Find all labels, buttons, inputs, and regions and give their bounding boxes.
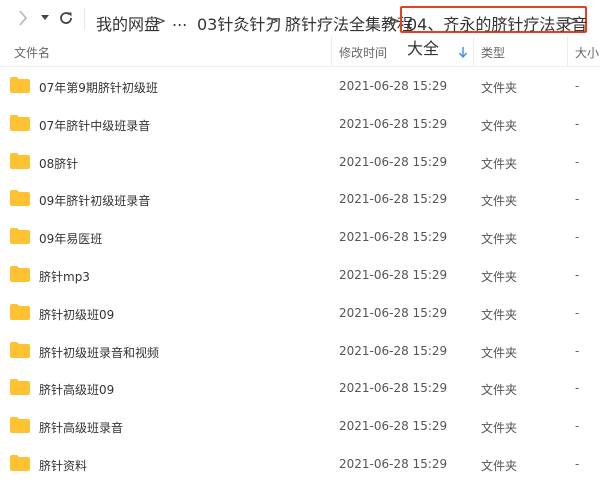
- file-type: 文件夹: [481, 156, 518, 171]
- file-row[interactable]: 脐针初级班录音和视频 2021-06-28 15:29 文件夹 -: [0, 332, 600, 370]
- file-type: 文件夹: [481, 421, 518, 436]
- column-header-name[interactable]: 文件名: [14, 37, 50, 67]
- breadcrumb-separator: >: [566, 11, 580, 30]
- column-header-modified[interactable]: 修改时间: [339, 37, 387, 67]
- file-row[interactable]: 脐针资料 2021-06-28 15:29 文件夹 -: [0, 445, 600, 483]
- file-modified: 2021-06-28 15:29: [339, 116, 448, 131]
- file-type: 文件夹: [481, 459, 518, 473]
- toolbar-divider: [84, 8, 85, 30]
- file-modified: 2021-06-28 15:29: [339, 457, 448, 471]
- history-dropdown-button[interactable]: [38, 9, 52, 27]
- column-header-type[interactable]: 类型: [481, 37, 505, 67]
- folder-icon: [10, 114, 30, 131]
- folder-icon: [10, 190, 30, 207]
- file-modified: 2021-06-28 15:29: [339, 343, 448, 358]
- file-type: 文件夹: [481, 270, 518, 284]
- folder-icon: [10, 417, 30, 434]
- file-modified: 2021-06-28 15:29: [339, 192, 448, 207]
- file-name[interactable]: 脐针初级班09: [39, 306, 114, 323]
- file-size: -: [575, 419, 580, 434]
- folder-icon: [10, 341, 30, 358]
- folder-icon: [10, 266, 30, 282]
- folder-icon: [10, 379, 30, 396]
- file-name[interactable]: 脐针mp3: [39, 268, 90, 285]
- file-modified: 2021-06-28 15:29: [339, 305, 448, 320]
- file-row[interactable]: 脐针高级班录音 2021-06-28 15:29 文件夹 -: [0, 407, 600, 445]
- breadcrumb-item-my-drive[interactable]: 我的网盘: [96, 11, 160, 35]
- file-size: -: [575, 192, 580, 207]
- file-name[interactable]: 脐针资料: [39, 457, 87, 474]
- file-modified: 2021-06-28 15:29: [339, 381, 448, 396]
- file-size: -: [575, 268, 580, 282]
- file-name[interactable]: 09年脐针初级班录音: [39, 192, 150, 209]
- refresh-icon: [60, 12, 72, 24]
- breadcrumb-item-ellipsis[interactable]: ...: [172, 11, 187, 30]
- column-header: 文件名 修改时间 类型 大小: [0, 37, 600, 67]
- file-name[interactable]: 07年第9期脐针初级班: [39, 79, 158, 96]
- file-size: -: [575, 230, 580, 245]
- folder-icon: [10, 455, 30, 471]
- file-row[interactable]: 07年第9期脐针初级班 2021-06-28 15:29 文件夹 -: [0, 67, 600, 105]
- file-row[interactable]: 脐针高级班09 2021-06-28 15:29 文件夹 -: [0, 369, 600, 407]
- caret-down-icon: [41, 15, 49, 20]
- folder-icon: [10, 228, 30, 245]
- refresh-button[interactable]: [56, 8, 76, 28]
- toolbar: 我的网盘 > ... 03针灸针刀 > 脐针疗法全集教程 > 04、齐永的脐针疗…: [0, 0, 600, 58]
- folder-icon: [10, 77, 30, 93]
- file-modified: 2021-06-28 15:29: [339, 154, 448, 169]
- file-row[interactable]: 09年易医班 2021-06-28 15:29 文件夹 -: [0, 218, 600, 256]
- file-type: 文件夹: [481, 383, 518, 398]
- file-type: 文件夹: [481, 232, 518, 247]
- file-row[interactable]: 脐针mp3 2021-06-28 15:29 文件夹 -: [0, 256, 600, 294]
- file-name[interactable]: 08脐针: [39, 155, 78, 172]
- file-modified: 2021-06-28 15:29: [339, 230, 448, 245]
- file-size: -: [575, 79, 580, 93]
- file-name[interactable]: 09年易医班: [39, 230, 102, 247]
- file-size: -: [575, 381, 580, 396]
- breadcrumb-separator: >: [153, 11, 167, 30]
- file-size: -: [575, 154, 580, 169]
- file-modified: 2021-06-28 15:29: [339, 79, 448, 93]
- file-name[interactable]: 脐针初级班录音和视频: [39, 344, 159, 361]
- file-name[interactable]: 脐针高级班录音: [39, 419, 123, 436]
- file-size: -: [575, 116, 580, 131]
- file-type: 文件夹: [481, 194, 518, 209]
- file-size: -: [575, 343, 580, 358]
- folder-icon: [10, 152, 30, 169]
- file-type: 文件夹: [481, 345, 518, 360]
- sort-descending-icon[interactable]: [458, 46, 468, 58]
- file-name[interactable]: 脐针高级班09: [39, 381, 114, 398]
- file-type: 文件夹: [481, 307, 518, 322]
- folder-icon: [10, 303, 30, 320]
- chevron-right-icon: [19, 10, 28, 26]
- file-size: -: [575, 305, 580, 320]
- file-row[interactable]: 08脐针 2021-06-28 15:29 文件夹 -: [0, 143, 600, 181]
- file-row[interactable]: 07年脐针中级班录音 2021-06-28 15:29 文件夹 -: [0, 105, 600, 143]
- file-modified: 2021-06-28 15:29: [339, 419, 448, 434]
- forward-button[interactable]: [14, 9, 32, 27]
- file-modified: 2021-06-28 15:29: [339, 268, 448, 282]
- file-type: 文件夹: [481, 118, 518, 133]
- column-header-size[interactable]: 大小: [575, 37, 599, 67]
- file-type: 文件夹: [481, 81, 518, 95]
- file-name[interactable]: 07年脐针中级班录音: [39, 117, 150, 134]
- file-size: -: [575, 457, 580, 471]
- file-row[interactable]: 09年脐针初级班录音 2021-06-28 15:29 文件夹 -: [0, 180, 600, 218]
- file-row[interactable]: 脐针初级班09 2021-06-28 15:29 文件夹 -: [0, 294, 600, 332]
- breadcrumb-separator: >: [266, 11, 280, 30]
- breadcrumb-separator: >: [387, 11, 401, 30]
